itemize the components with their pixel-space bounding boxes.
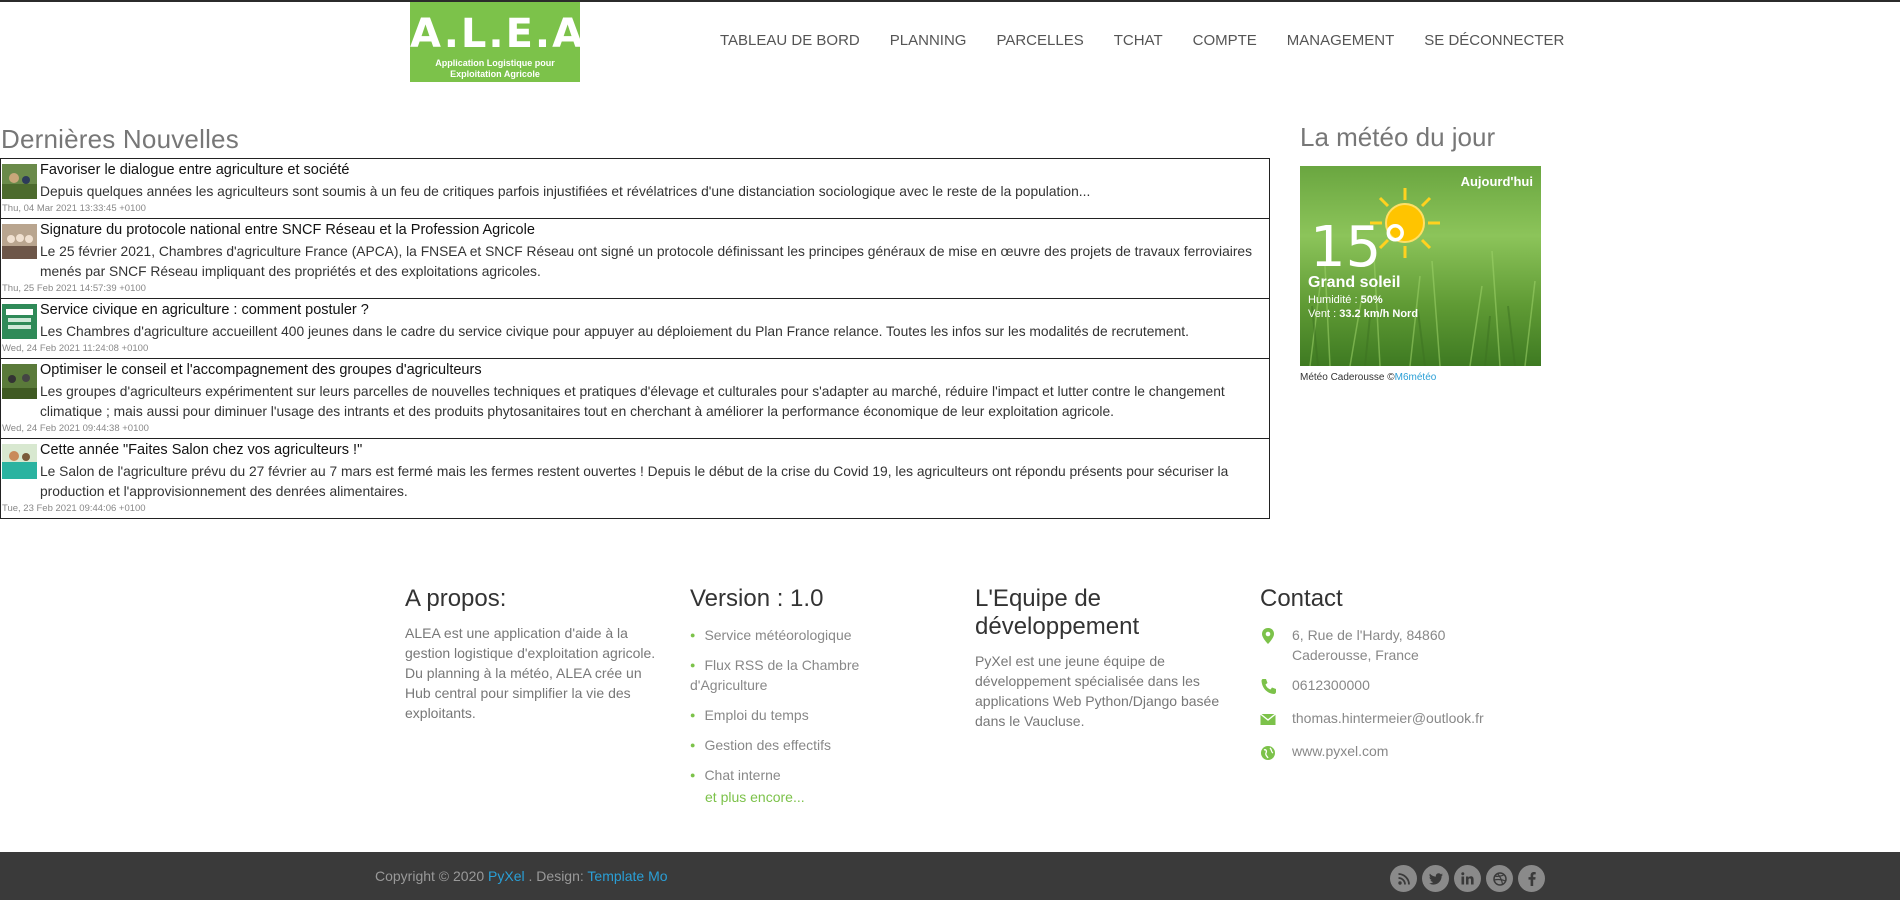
humidity-label: Humidité : bbox=[1308, 294, 1361, 306]
weather-condition: Grand soleil bbox=[1308, 274, 1401, 291]
contact-website: www.pyxel.com bbox=[1260, 741, 1510, 761]
humidity-value: 50% bbox=[1360, 294, 1383, 306]
nav-parcelles[interactable]: PARCELLES bbox=[996, 32, 1083, 49]
website-text[interactable]: www.pyxel.com bbox=[1292, 741, 1388, 761]
news-description: Les groupes d'agriculteurs expérimentent… bbox=[40, 384, 1225, 419]
nav-tchat[interactable]: TCHAT bbox=[1114, 32, 1163, 49]
address-text: 6, Rue de l'Hardy, 84860 Caderousse, Fra… bbox=[1292, 627, 1446, 663]
rss-icon[interactable] bbox=[1390, 865, 1417, 892]
more-features-link[interactable]: et plus encore... bbox=[705, 789, 930, 805]
design-label: . Design: bbox=[524, 868, 588, 884]
news-date: Wed, 24 Feb 2021 09:44:38 +0100 bbox=[2, 423, 149, 434]
wind-label: Vent : bbox=[1308, 308, 1340, 320]
phone-text[interactable]: 0612300000 bbox=[1292, 675, 1370, 695]
news-description: Les Chambres d'agriculture accueillent 4… bbox=[40, 324, 1189, 339]
facebook-icon[interactable] bbox=[1518, 865, 1545, 892]
news-headline[interactable]: Favoriser le dialogue entre agriculture … bbox=[40, 162, 1269, 179]
news-date: Wed, 24 Feb 2021 11:24:08 +0100 bbox=[2, 343, 149, 354]
weather-credit: Météo Caderousse ©M6météo bbox=[1300, 372, 1436, 383]
news-headline[interactable]: Service civique en agriculture : comment… bbox=[40, 302, 1269, 319]
logo-subtitle-line1: Application Logistique pour bbox=[435, 58, 555, 68]
news-headline[interactable]: Cette année "Faites Salon chez vos agric… bbox=[40, 442, 1269, 459]
logo-title: A.L.E.A bbox=[410, 11, 586, 57]
weather-temperature: 15° bbox=[1310, 215, 1410, 280]
twitter-icon[interactable] bbox=[1422, 865, 1449, 892]
news-description: Le 25 février 2021, Chambres d'agricultu… bbox=[40, 244, 1252, 279]
about-text: ALEA est une application d'aide à la ges… bbox=[405, 625, 656, 721]
news-date: Tue, 23 Feb 2021 09:44:06 +0100 bbox=[2, 503, 146, 514]
contact-title: Contact bbox=[1260, 585, 1343, 612]
news-headline[interactable]: Signature du protocole national entre SN… bbox=[40, 222, 1269, 239]
version-column: Version : 1.0 Service météorologique Flu… bbox=[690, 585, 930, 805]
about-title: A propos: bbox=[405, 585, 507, 612]
news-date: Thu, 04 Mar 2021 13:33:45 +0100 bbox=[2, 203, 146, 214]
feature-item: Flux RSS de la Chambre d'Agriculture bbox=[690, 655, 930, 695]
logo-subtitle-line2: Exploitation Agricole bbox=[450, 69, 540, 79]
weather-credit-link[interactable]: M6météo bbox=[1395, 372, 1437, 383]
email-text[interactable]: thomas.hintermeier@outlook.fr bbox=[1292, 708, 1484, 728]
contact-column: Contact 6, Rue de l'Hardy, 84860 Caderou… bbox=[1260, 585, 1510, 761]
weather-credit-text: Météo Caderousse © bbox=[1300, 372, 1395, 383]
news-thumbnail bbox=[2, 164, 37, 199]
feature-item: Emploi du temps bbox=[690, 705, 930, 725]
nav-compte[interactable]: COMPTE bbox=[1193, 32, 1257, 49]
nav-management[interactable]: MANAGEMENT bbox=[1287, 32, 1395, 49]
team-title: L'Equipe de développement bbox=[975, 585, 1140, 640]
feature-list: Service météorologique Flux RSS de la Ch… bbox=[690, 625, 930, 785]
envelope-icon bbox=[1260, 713, 1276, 725]
alea-logo[interactable]: A.L.E.A Application Logistique pour Expl… bbox=[410, 2, 586, 82]
news-item[interactable]: Favoriser le dialogue entre agriculture … bbox=[1, 159, 1269, 219]
linkedin-icon[interactable] bbox=[1454, 865, 1481, 892]
footer-bar: Copyright © 2020 PyXel . Design: Templat… bbox=[0, 852, 1900, 900]
news-list: Favoriser le dialogue entre agriculture … bbox=[0, 158, 1270, 519]
news-item[interactable]: Signature du protocole national entre SN… bbox=[1, 219, 1269, 299]
contact-address: 6, Rue de l'Hardy, 84860 Caderousse, Fra… bbox=[1260, 625, 1510, 665]
news-date: Thu, 25 Feb 2021 14:57:39 +0100 bbox=[2, 283, 146, 294]
news-description: Le Salon de l'agriculture prévu du 27 fé… bbox=[40, 464, 1229, 499]
globe-icon bbox=[1261, 746, 1275, 760]
nav-se-deconnecter[interactable]: SE DÉCONNECTER bbox=[1424, 32, 1564, 49]
dribbble-icon[interactable] bbox=[1486, 865, 1513, 892]
contact-phone: 0612300000 bbox=[1260, 675, 1510, 695]
main-nav: TABLEAU DE BORD PLANNING PARCELLES TCHAT… bbox=[720, 32, 1594, 49]
news-item[interactable]: Cette année "Faites Salon chez vos agric… bbox=[1, 439, 1269, 519]
weather-humidity: Humidité : 50% bbox=[1308, 294, 1383, 306]
team-text: PyXel est une jeune équipe de développem… bbox=[975, 653, 1220, 729]
feature-item: Gestion des effectifs bbox=[690, 735, 930, 755]
nav-planning[interactable]: PLANNING bbox=[890, 32, 967, 49]
feature-item: Service météorologique bbox=[690, 625, 930, 645]
company-link[interactable]: PyXel bbox=[488, 868, 525, 884]
team-column: L'Equipe de développement PyXel est une … bbox=[975, 585, 1225, 731]
phone-icon bbox=[1261, 679, 1276, 694]
about-column: A propos: ALEA est une application d'aid… bbox=[405, 585, 660, 723]
social-links bbox=[1390, 865, 1550, 892]
news-headline[interactable]: Optimiser le conseil et l'accompagnement… bbox=[40, 362, 1269, 379]
weather-section-title: La météo du jour bbox=[1300, 122, 1496, 152]
news-section-title: Dernières Nouvelles bbox=[1, 124, 239, 154]
weather-widget[interactable]: Aujourd'hui 15° Grand soleil Humidité : … bbox=[1300, 166, 1541, 366]
news-item[interactable]: Service civique en agriculture : comment… bbox=[1, 299, 1269, 359]
feature-item: Chat interne bbox=[690, 765, 930, 785]
news-description: Depuis quelques années les agriculteurs … bbox=[40, 184, 1091, 199]
nav-tableau-de-bord[interactable]: TABLEAU DE BORD bbox=[720, 32, 860, 49]
contact-email: thomas.hintermeier@outlook.fr bbox=[1260, 708, 1510, 728]
weather-today-label: Aujourd'hui bbox=[1460, 174, 1533, 189]
copyright-text: Copyright © 2020 bbox=[375, 868, 489, 884]
news-thumbnail bbox=[2, 224, 37, 259]
version-title: Version : 1.0 bbox=[690, 585, 824, 612]
top-border bbox=[0, 0, 1900, 2]
copyright: Copyright © 2020 PyXel . Design: Templat… bbox=[375, 868, 668, 884]
map-marker-icon bbox=[1262, 628, 1274, 644]
news-thumbnail bbox=[2, 304, 37, 339]
wind-value: 33.2 km/h Nord bbox=[1339, 308, 1419, 320]
weather-wind: Vent : 33.2 km/h Nord bbox=[1308, 308, 1418, 320]
news-thumbnail bbox=[2, 364, 37, 399]
news-thumbnail bbox=[2, 444, 37, 479]
design-link[interactable]: Template Mo bbox=[587, 868, 667, 884]
news-item[interactable]: Optimiser le conseil et l'accompagnement… bbox=[1, 359, 1269, 439]
